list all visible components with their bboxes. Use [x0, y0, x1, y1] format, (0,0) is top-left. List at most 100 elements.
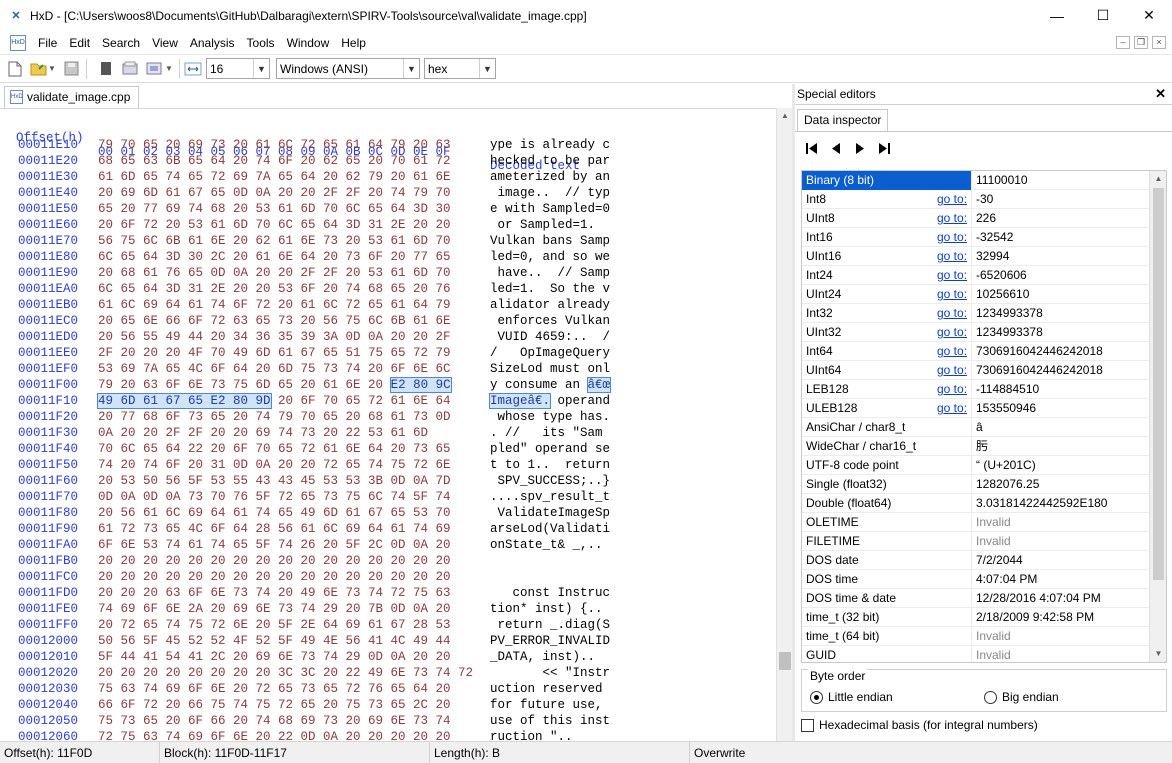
inspector-row[interactable]: DOS time & date 12/28/2016 4:07:04 PM — [802, 589, 1150, 608]
row-decoded-text[interactable]: t to 1.. return — [490, 458, 610, 472]
inspector-value[interactable]: 7/2/2044 — [976, 551, 1023, 570]
hex-vertical-scrollbar[interactable]: ▲ — [776, 108, 792, 741]
scroll-up-icon[interactable]: ▲ — [1150, 171, 1166, 187]
disk-editor-icon[interactable] — [121, 60, 139, 78]
row-decoded-text[interactable]: ValidateImageSp — [490, 506, 611, 520]
ram-editor-icon[interactable] — [97, 60, 115, 78]
menu-help[interactable]: Help — [335, 31, 372, 55]
inspector-value[interactable]: -6520606 — [976, 266, 1027, 285]
goto-link[interactable]: go to: — [937, 323, 967, 341]
mdi-restore-button[interactable]: ❐ — [1134, 36, 1148, 49]
inspector-row[interactable]: UInt32 go to: 1234993378 — [802, 323, 1150, 342]
mdi-minimize-button[interactable]: – — [1116, 36, 1130, 49]
row-hex-bytes[interactable]: 65 20 77 69 74 68 20 53 61 6D 70 6C 65 6… — [98, 202, 451, 216]
row-decoded-text[interactable]: for future use, — [490, 698, 610, 712]
new-file-icon[interactable] — [6, 60, 24, 78]
inspector-value[interactable]: Invalid — [976, 532, 1011, 551]
row-decoded-text[interactable]: ruction ".. — [490, 730, 573, 741]
goto-link[interactable]: go to: — [937, 247, 967, 265]
row-hex-bytes[interactable]: 20 56 55 49 44 20 34 36 35 39 3A 0D 0A 2… — [98, 330, 451, 344]
row-decoded-text[interactable]: _DATA, inst).. — [490, 650, 610, 664]
row-decoded-text[interactable]: Vulkan bans Samp — [490, 234, 610, 248]
row-decoded-text[interactable]: ....spv_result_t — [490, 490, 610, 504]
scroll-thumb[interactable] — [1153, 188, 1164, 580]
open-main-memory-icon[interactable] — [145, 60, 163, 78]
row-hex-bytes[interactable]: 66 6F 72 20 66 75 74 75 72 65 20 75 73 6… — [98, 698, 451, 712]
save-icon[interactable] — [62, 60, 80, 78]
inspector-row[interactable]: Int16 go to: -32542 — [802, 228, 1150, 247]
row-hex-bytes[interactable]: 72 75 63 74 69 6F 6E 20 22 0D 0A 20 20 2… — [98, 730, 451, 741]
menu-tools[interactable]: Tools — [241, 31, 281, 55]
row-hex-bytes[interactable]: 20 56 61 6C 69 64 61 74 65 49 6D 61 67 6… — [98, 506, 451, 520]
scroll-down-icon[interactable]: ▼ — [1150, 646, 1166, 662]
row-decoded-text[interactable]: const Instruc — [490, 586, 611, 600]
row-decoded-text[interactable]: return _.diag(S — [490, 618, 611, 632]
inspector-value[interactable]: 1234993378 — [976, 323, 1043, 342]
row-decoded-text[interactable]: PV_ERROR_INVALID — [490, 634, 610, 648]
inspector-row[interactable]: GUID Invalid — [802, 646, 1150, 662]
inspector-row[interactable]: WideChar / char16_t 肟 — [802, 437, 1150, 456]
row-hex-bytes[interactable]: 61 6D 65 74 65 72 69 7A 65 64 20 62 79 2… — [98, 170, 451, 184]
row-hex-bytes[interactable]: 20 69 6D 61 67 65 0D 0A 20 20 2F 2F 20 7… — [98, 186, 451, 200]
row-decoded-text[interactable]: pled" operand se — [490, 442, 610, 456]
row-decoded-text[interactable]: ype is already c — [490, 138, 610, 152]
row-decoded-text[interactable]: whose type has. — [490, 410, 611, 424]
close-icon[interactable]: ✕ — [1155, 86, 1166, 102]
charset-select[interactable]: Windows (ANSI) ▼ — [276, 58, 420, 79]
mdi-close-button[interactable]: × — [1152, 36, 1166, 49]
row-decoded-text[interactable]: SPV_SUCCESS;..} — [490, 474, 611, 488]
inspector-value[interactable]: 4:07:04 PM — [976, 570, 1037, 589]
row-decoded-text[interactable]: Imageâ€. operand — [488, 393, 610, 409]
row-decoded-text[interactable]: y consume an â€œ — [490, 377, 612, 393]
inspector-row[interactable]: Single (float32) 1282076.25 — [802, 475, 1150, 494]
row-hex-bytes[interactable]: 79 20 63 6F 6E 73 75 6D 65 20 61 6E 20 E… — [98, 377, 452, 393]
row-decoded-text[interactable]: enforces Vulkan — [490, 314, 611, 328]
minimize-button[interactable]: — — [1034, 0, 1080, 31]
last-icon[interactable] — [875, 142, 893, 158]
inspector-row[interactable]: LEB128 go to: -114884510 — [802, 380, 1150, 399]
row-hex-bytes[interactable]: 20 20 20 20 20 20 20 20 3C 3C 20 22 49 6… — [98, 666, 473, 680]
inspector-value[interactable]: Invalid — [976, 627, 1011, 646]
scroll-thumb[interactable] — [779, 652, 791, 670]
row-hex-bytes[interactable]: 6F 6E 53 74 61 74 65 5F 74 26 20 5F 2C 0… — [98, 538, 451, 552]
row-hex-bytes[interactable]: 5F 44 41 54 41 2C 20 69 6E 73 74 29 0D 0… — [98, 650, 451, 664]
inspector-row[interactable]: DOS time 4:07:04 PM — [802, 570, 1150, 589]
little-endian-radio[interactable]: Little endian — [810, 690, 893, 704]
inspector-value[interactable]: “ (U+201C) — [976, 456, 1036, 475]
inspector-value[interactable]: -30 — [976, 190, 993, 209]
main-memory-dropdown-icon[interactable]: ▼ — [165, 60, 173, 78]
goto-link[interactable]: go to: — [937, 399, 967, 417]
row-decoded-text[interactable]: use of this inst — [490, 714, 610, 728]
scroll-up-icon[interactable]: ▲ — [777, 108, 793, 124]
inspector-row[interactable]: UInt8 go to: 226 — [802, 209, 1150, 228]
inspector-value[interactable]: 32994 — [976, 247, 1009, 266]
inspector-value[interactable]: Invalid — [976, 513, 1011, 532]
row-hex-bytes[interactable]: 20 20 20 20 20 20 20 20 20 20 20 20 20 2… — [98, 570, 451, 584]
inspector-row[interactable]: UTF-8 code point “ (U+201C) — [802, 456, 1150, 475]
row-hex-bytes[interactable]: 2F 20 20 20 4F 70 49 6D 61 67 65 51 75 6… — [98, 346, 451, 360]
row-decoded-text[interactable]: << "Instr — [490, 666, 611, 680]
inspector-value[interactable]: 7306916042446242018 — [976, 361, 1103, 380]
goto-link[interactable]: go to: — [937, 266, 967, 284]
open-dropdown-icon[interactable]: ▼ — [48, 60, 56, 78]
row-decoded-text[interactable]: image.. // typ — [490, 186, 611, 200]
goto-link[interactable]: go to: — [937, 304, 967, 322]
row-hex-bytes[interactable]: 68 65 63 6B 65 64 20 74 6F 20 62 65 20 7… — [98, 154, 451, 168]
inspector-value[interactable]: Invalid — [976, 646, 1011, 662]
menu-analysis[interactable]: Analysis — [184, 31, 241, 55]
inspector-value[interactable]: -114884510 — [976, 380, 1039, 399]
row-hex-bytes[interactable]: 75 73 65 20 6F 66 20 74 68 69 73 20 69 6… — [98, 714, 451, 728]
goto-link[interactable]: go to: — [937, 361, 967, 379]
goto-link[interactable]: go to: — [937, 228, 967, 246]
inspector-value[interactable]: 1282076.25 — [976, 475, 1039, 494]
document-icon[interactable]: HxD — [10, 34, 26, 51]
row-hex-bytes[interactable]: 74 69 6F 6E 2A 20 69 6E 73 74 29 20 7B 0… — [98, 602, 451, 616]
inspector-value[interactable]: 226 — [976, 209, 996, 228]
row-decoded-text[interactable]: . // its "Sam — [490, 426, 603, 440]
inspector-value[interactable]: -32542 — [976, 228, 1013, 247]
inspector-value[interactable]: 12/28/2016 4:07:04 PM — [976, 589, 1101, 608]
row-decoded-text[interactable] — [490, 554, 610, 568]
first-icon[interactable] — [803, 142, 821, 158]
goto-link[interactable]: go to: — [937, 190, 967, 208]
open-folder-icon[interactable] — [30, 60, 48, 78]
